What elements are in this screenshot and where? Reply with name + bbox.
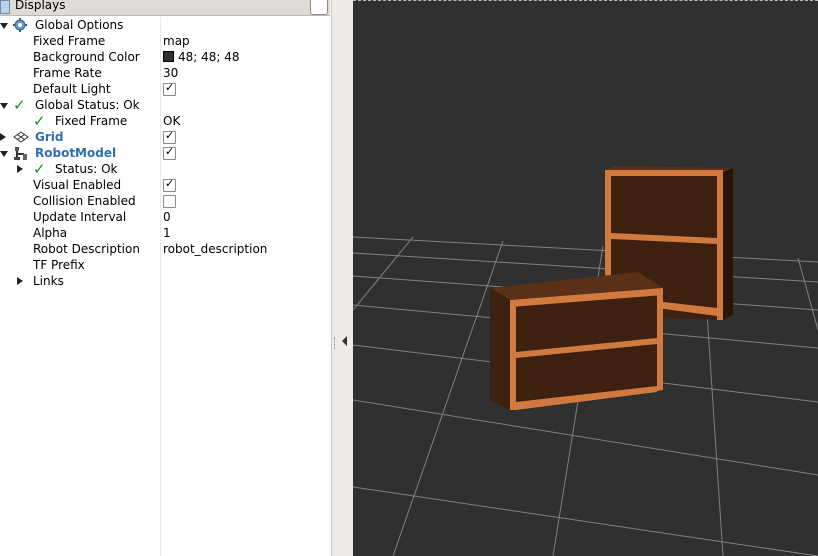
robot-status-label: Status: Ok — [55, 162, 118, 176]
checkmark-icon: ✓ — [165, 177, 175, 190]
background-color-value[interactable]: 48; 48; 48 — [163, 49, 240, 65]
displays-icon — [0, 0, 10, 14]
tf-prefix-label: TF Prefix — [33, 258, 85, 272]
status-fixed-frame-label: Fixed Frame — [55, 114, 128, 128]
grid-label: Grid — [35, 130, 64, 144]
tree-row-robot-description[interactable]: Robot Description robot_description — [0, 241, 330, 257]
robot-model-checkbox[interactable]: ✓ — [163, 145, 176, 160]
default-light-checkbox[interactable]: ✓ — [163, 81, 176, 96]
tree-row-grid[interactable]: Grid ✓ — [0, 129, 330, 145]
gear-icon — [13, 18, 27, 32]
global-status-label: Global Status: Ok — [35, 98, 140, 112]
tree-row-global-status[interactable]: ✓ Global Status: Ok — [0, 97, 330, 113]
tree-row-robot-model[interactable]: RobotModel ✓ — [0, 145, 330, 161]
collapse-arrow-icon[interactable] — [0, 273, 23, 289]
global-options-label: Global Options — [35, 18, 124, 32]
fixed-frame-label: Fixed Frame — [33, 34, 106, 48]
expand-arrow-icon[interactable] — [0, 17, 10, 33]
check-icon: ✓ — [13, 96, 26, 114]
tree-row-background-color[interactable]: Background Color 48; 48; 48 — [0, 49, 330, 65]
visual-enabled-checkbox[interactable]: ✓ — [163, 177, 176, 192]
tree-row-robot-status[interactable]: ✓ Status: Ok — [0, 161, 330, 177]
collapse-panel-arrow-icon[interactable] — [342, 336, 347, 346]
viewport-focus-border — [353, 0, 818, 2]
grid-checkbox[interactable]: ✓ — [163, 129, 176, 144]
tree-row-alpha[interactable]: Alpha 1 — [0, 225, 330, 241]
splitter-handle[interactable] — [334, 337, 337, 349]
tree-row-tf-prefix[interactable]: TF Prefix — [0, 257, 330, 273]
tree-row-links[interactable]: Links — [0, 273, 330, 289]
checkmark-icon: ✓ — [165, 145, 175, 158]
links-label: Links — [33, 274, 64, 288]
tree-row-update-interval[interactable]: Update Interval 0 — [0, 209, 330, 225]
background-color-text: 48; 48; 48 — [178, 50, 240, 64]
render-view — [353, 166, 818, 556]
expand-arrow-icon[interactable] — [0, 97, 10, 113]
tree-row-status-fixed-frame[interactable]: ✓ Fixed Frame OK — [0, 113, 330, 129]
expand-arrow-icon[interactable] — [0, 145, 10, 161]
default-light-label: Default Light — [33, 82, 111, 96]
tree-row-frame-rate[interactable]: Frame Rate 30 — [0, 65, 330, 81]
status-fixed-frame-value: OK — [163, 114, 181, 128]
background-color-label: Background Color — [33, 50, 140, 64]
tree-row-collision-enabled[interactable]: Collision Enabled — [0, 193, 330, 209]
tree-row-fixed-frame[interactable]: Fixed Frame map — [0, 33, 330, 49]
checkmark-icon: ✓ — [165, 81, 175, 94]
displays-panel: Displays Global Options Fixed Frame map … — [0, 0, 332, 556]
frame-rate-value[interactable]: 30 — [163, 65, 178, 81]
panel-splitter[interactable] — [332, 0, 352, 556]
visual-enabled-label: Visual Enabled — [33, 178, 122, 192]
fixed-frame-value[interactable]: map — [163, 33, 190, 49]
collapse-arrow-icon[interactable] — [0, 161, 23, 177]
tree-row-default-light[interactable]: Default Light ✓ — [0, 81, 330, 97]
check-icon: ✓ — [33, 112, 46, 130]
panel-title-bar: Displays — [0, 0, 330, 16]
bookshelf-front — [490, 272, 663, 410]
robot-model-label: RobotModel — [35, 146, 117, 160]
panel-title: Displays — [15, 0, 66, 12]
3d-viewport[interactable] — [353, 0, 818, 556]
robot-description-value[interactable]: robot_description — [163, 241, 267, 257]
tree-row-global-options[interactable]: Global Options — [0, 17, 330, 33]
color-swatch — [163, 51, 174, 62]
robot-icon — [14, 147, 27, 160]
alpha-label: Alpha — [33, 226, 68, 240]
grid-icon — [13, 131, 29, 143]
tree-row-visual-enabled[interactable]: Visual Enabled ✓ — [0, 177, 330, 193]
alpha-value[interactable]: 1 — [163, 225, 171, 241]
collision-enabled-checkbox[interactable] — [163, 195, 176, 208]
check-icon: ✓ — [33, 160, 46, 178]
update-interval-value[interactable]: 0 — [163, 209, 171, 225]
frame-rate-label: Frame Rate — [33, 66, 102, 80]
update-interval-label: Update Interval — [33, 210, 127, 224]
panel-close-button[interactable] — [310, 0, 328, 15]
collision-enabled-label: Collision Enabled — [33, 194, 136, 208]
checkmark-icon: ✓ — [165, 129, 175, 142]
robot-description-label: Robot Description — [33, 242, 140, 256]
